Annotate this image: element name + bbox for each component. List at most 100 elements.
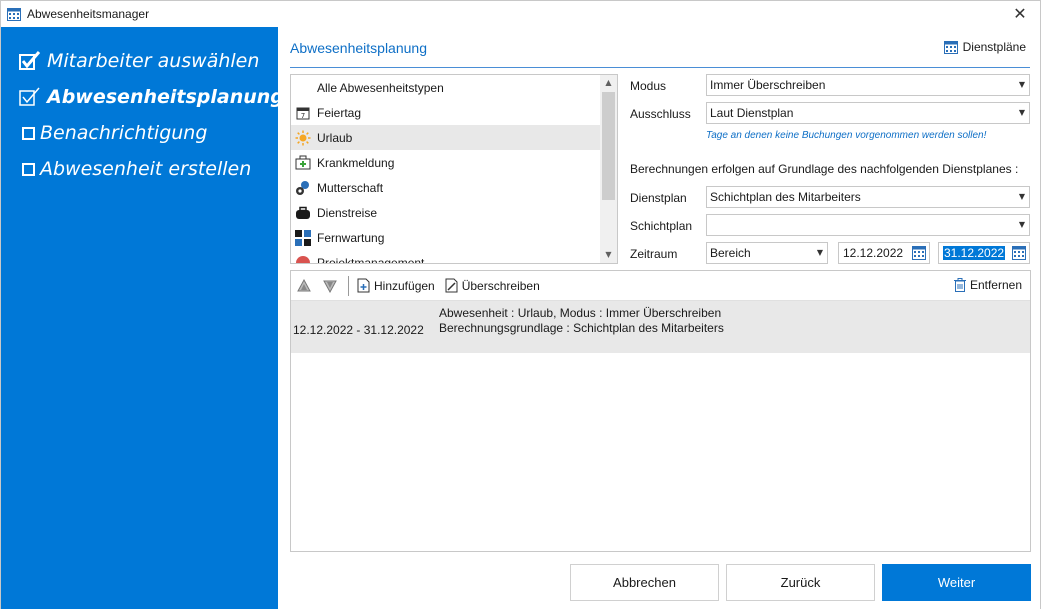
checkmark-icon <box>19 50 41 72</box>
abbrechen-label: Abbrechen <box>613 575 676 590</box>
type-item-alle[interactable]: Alle Abwesenheitstypen <box>291 75 617 100</box>
scroll-up-icon[interactable]: ▲ <box>600 75 617 91</box>
ausschluss-value: Laut Dienstplan <box>710 106 794 120</box>
svg-text:7: 7 <box>301 112 305 120</box>
type-item-urlaub[interactable]: Urlaub <box>291 125 617 150</box>
modus-select[interactable]: Immer Überschreiben ▼ <box>706 74 1030 96</box>
type-label: Krankmeldung <box>317 155 395 170</box>
page-title: Abwesenheitsplanung <box>290 40 427 56</box>
ueberschreiben-label: Überschreiben <box>461 278 540 293</box>
window-title: Abwesenheitsmanager <box>27 7 150 21</box>
type-label: Alle Abwesenheitstypen <box>317 80 444 95</box>
zeitraum-value: Bereich <box>710 246 751 260</box>
type-item-projektmanagement[interactable]: Projektmanagement <box>291 250 617 264</box>
sun-icon <box>295 130 311 146</box>
ausschluss-label: Ausschluss <box>630 107 691 121</box>
step-mitarbeiter: Mitarbeiter auswählen <box>1 43 278 79</box>
schichtplan-label: Schichtplan <box>630 219 693 233</box>
arrow-down-icon <box>323 280 337 293</box>
dienstplaene-label: Dienstpläne <box>962 40 1026 54</box>
weiter-button[interactable]: Weiter <box>882 564 1031 601</box>
type-item-mutterschaft[interactable]: Mutterschaft <box>291 175 617 200</box>
step-label: Abwesenheit erstellen <box>40 158 252 180</box>
dienstplan-select[interactable]: Schichtplan des Mitarbeiters ▼ <box>706 186 1030 208</box>
type-label: Feiertag <box>317 105 362 120</box>
entry-detail-line2: Berechnungsgrundlage : Schichtplan des M… <box>439 321 724 335</box>
type-label: Dienstreise <box>317 205 378 220</box>
main-content: Abwesenheitsplanung Dienstpläne Alle Abw… <box>278 27 1040 609</box>
toolbar-divider <box>348 275 349 296</box>
checkbox-empty-icon <box>22 126 35 140</box>
ueberschreiben-button[interactable]: Überschreiben <box>445 278 540 293</box>
date-from-field[interactable]: 12.12.2022 <box>838 242 930 264</box>
zeitraum-label: Zeitraum <box>630 247 678 261</box>
absence-type-list[interactable]: Alle Abwesenheitstypen 7 Feiertag Urlaub… <box>290 74 618 264</box>
checkmark-icon <box>19 86 41 108</box>
windows-icon <box>295 229 311 246</box>
calendar-icon <box>943 40 958 54</box>
calendar-app-icon <box>7 8 21 21</box>
title-bar: Abwesenheitsmanager ✕ <box>1 1 1040 27</box>
dienstplan-label: Dienstplan <box>630 191 687 205</box>
checkbox-empty-icon <box>22 162 35 176</box>
scroll-down-icon[interactable]: ▼ <box>600 247 617 263</box>
entry-row[interactable]: 12.12.2022 - 31.12.2022 Abwesenheit : Ur… <box>291 301 1030 353</box>
chevron-down-icon: ▼ <box>1018 220 1025 229</box>
step-label: Abwesenheitsplanung <box>47 86 284 108</box>
dienstplan-value: Schichtplan des Mitarbeiters <box>710 190 861 204</box>
type-label: Projektmanagement <box>317 255 425 264</box>
briefcase-icon <box>295 205 311 221</box>
entries-toolbar: Hinzufügen Überschreiben Entfernen <box>291 271 1030 301</box>
entries-panel: Hinzufügen Überschreiben Entfernen 12.12… <box>290 270 1031 552</box>
ausschluss-hint: Tage an denen keine Buchungen vorgenomme… <box>706 130 987 141</box>
medical-kit-icon <box>295 155 311 171</box>
abbrechen-button[interactable]: Abbrechen <box>570 564 719 601</box>
list-scrollbar[interactable]: ▲ ▼ <box>600 75 617 263</box>
move-down-button[interactable] <box>323 279 341 293</box>
hinzufuegen-label: Hinzufügen <box>374 278 435 293</box>
calendar-picker-icon[interactable] <box>912 246 926 260</box>
calendar-picker-icon[interactable] <box>1012 246 1026 260</box>
zeitraum-select[interactable]: Bereich ▼ <box>706 242 828 264</box>
dialog-window: Abwesenheitsmanager ✕ Mitarbeiter auswäh… <box>0 0 1041 609</box>
step-abwesenheit-erstellen: Abwesenheit erstellen <box>1 151 278 187</box>
scrollbar-thumb[interactable] <box>602 92 615 200</box>
entfernen-button[interactable]: Entfernen <box>953 278 1022 292</box>
add-document-icon <box>357 278 370 293</box>
trash-icon <box>953 278 966 292</box>
dienstplaene-button[interactable]: Dienstpläne <box>943 40 1026 54</box>
zurueck-button[interactable]: Zurück <box>726 564 875 601</box>
modus-value: Immer Überschreiben <box>710 78 826 92</box>
type-item-krankmeldung[interactable]: Krankmeldung <box>291 150 617 175</box>
type-item-dienstreise[interactable]: Dienstreise <box>291 200 617 225</box>
project-icon <box>295 255 311 263</box>
ausschluss-select[interactable]: Laut Dienstplan ▼ <box>706 102 1030 124</box>
edit-document-icon <box>445 278 458 293</box>
entry-range: 12.12.2022 - 31.12.2022 <box>293 323 424 337</box>
entfernen-label: Entfernen <box>969 278 1022 292</box>
move-up-button[interactable] <box>297 278 315 293</box>
date-to-value: 31.12.2022 <box>943 246 1006 260</box>
type-item-feiertag[interactable]: 7 Feiertag <box>291 100 617 125</box>
chevron-down-icon: ▼ <box>1018 80 1025 89</box>
modus-label: Modus <box>630 79 667 93</box>
date-to-field[interactable]: 31.12.2022 <box>938 242 1030 264</box>
type-item-fernwartung[interactable]: Fernwartung <box>291 225 617 250</box>
basis-text: Berechnungen erfolgen auf Grundlage des … <box>630 162 1019 176</box>
close-icon[interactable]: ✕ <box>1006 3 1034 25</box>
entry-detail-line1: Abwesenheit : Urlaub, Modus : Immer Über… <box>439 306 722 320</box>
type-label: Mutterschaft <box>317 180 384 195</box>
weiter-label: Weiter <box>937 575 976 590</box>
chevron-down-icon: ▼ <box>1018 108 1025 117</box>
hinzufuegen-button[interactable]: Hinzufügen <box>357 278 435 293</box>
chevron-down-icon: ▼ <box>816 248 823 257</box>
schichtplan-select[interactable]: ▼ <box>706 214 1030 236</box>
header-divider <box>290 67 1030 68</box>
step-benachrichtigung: Benachrichtigung <box>1 115 278 151</box>
step-label: Benachrichtigung <box>40 122 208 144</box>
type-label: Fernwartung <box>317 230 385 245</box>
pacifier-icon <box>295 180 311 196</box>
type-label: Urlaub <box>317 130 353 145</box>
date-from-value: 12.12.2022 <box>843 246 904 260</box>
zurueck-label: Zurück <box>780 575 821 590</box>
